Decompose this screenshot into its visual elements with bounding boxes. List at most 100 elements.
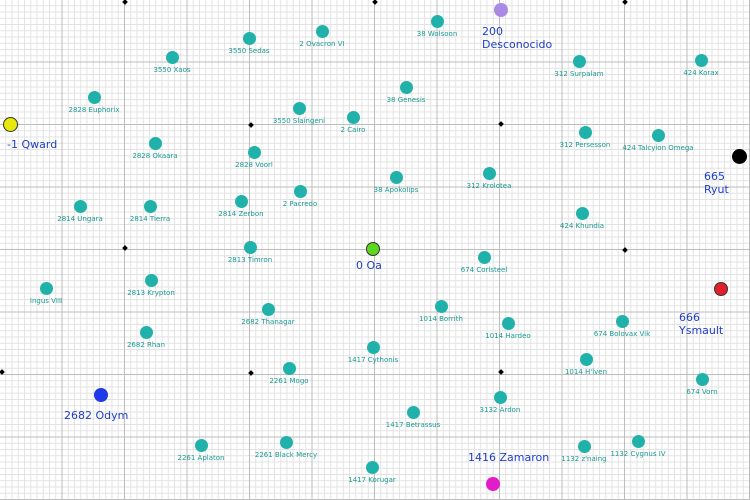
- planet-label: 2 Cairo: [340, 126, 366, 134]
- planet-marker[interactable]: [293, 184, 307, 198]
- planet-marker[interactable]: [139, 325, 153, 339]
- planet-label: 312 Persesson: [559, 141, 611, 149]
- planet-marker[interactable]: [477, 250, 491, 264]
- planet-marker[interactable]: [572, 54, 586, 68]
- planet-label: 3550 Slaingeni: [272, 117, 326, 125]
- planet-label: 1014 Borrith: [419, 315, 463, 323]
- planet-label: 2 Pacredo: [282, 200, 318, 208]
- planet-label: 424 Talcyion Omega: [622, 144, 694, 152]
- planet-label: 2261 Aplaton: [177, 454, 225, 462]
- planet-marker[interactable]: [87, 90, 101, 104]
- planet-marker[interactable]: [577, 439, 591, 453]
- planet-marker[interactable]: [144, 273, 158, 287]
- sector-marker: [248, 122, 254, 128]
- planet-marker[interactable]: [148, 136, 162, 150]
- planet-label: 1417 Cythonis: [347, 356, 399, 364]
- sector-marker: [248, 370, 254, 376]
- sector-marker: [122, 0, 128, 5]
- planet-ysmault[interactable]: [714, 282, 728, 296]
- planet-marker[interactable]: [243, 240, 257, 254]
- planet-marker[interactable]: [389, 170, 403, 184]
- planet-label: 1417 Korugar: [348, 476, 396, 484]
- sector-marker: [372, 0, 378, 5]
- planet-label: 2682 Thanagar: [241, 318, 295, 326]
- sector-marker: [498, 121, 504, 127]
- planet-label: 424 Khundia: [559, 222, 605, 230]
- planet-zamaron[interactable]: [486, 477, 500, 491]
- planet-marker[interactable]: [365, 460, 379, 474]
- planet-marker[interactable]: [261, 302, 275, 316]
- planet-marker[interactable]: [39, 281, 53, 295]
- planet-label: 674 Bolovax Vik: [593, 330, 651, 338]
- planet-label: 674 Corlsteel: [460, 266, 508, 274]
- planet-marker[interactable]: [346, 110, 360, 124]
- planet-marker[interactable]: [165, 50, 179, 64]
- sector-marker: [498, 369, 504, 375]
- star-map[interactable]: 38 Wolsoon 2 Ovacron VI 3550 Sedas 3550 Xao…: [0, 0, 750, 500]
- planet-marker[interactable]: [615, 314, 629, 328]
- planet-marker[interactable]: [279, 435, 293, 449]
- planet-label: 3132 Ardon: [479, 406, 521, 414]
- planet-label: 3550 Xaos: [153, 66, 191, 74]
- planet-label: 312 Surpalam: [554, 70, 604, 78]
- planet-marker[interactable]: [315, 24, 329, 38]
- planet-label: 2261 Black Mercy: [254, 451, 318, 459]
- planet-label: 312 Krolotea: [466, 182, 512, 190]
- planet-label: 1132 Cygnus IV: [610, 450, 666, 458]
- planet-odym[interactable]: [94, 388, 108, 402]
- planet-label: 38 Genesis: [386, 96, 426, 104]
- planet-zamaron-label: 1416 Zamaron: [468, 451, 550, 464]
- planet-label: 2828 Euphorix: [68, 106, 120, 114]
- planet-marker[interactable]: [575, 206, 589, 220]
- planet-label: 2 Ovacron VI: [299, 40, 345, 48]
- planet-marker[interactable]: [651, 128, 665, 142]
- planet-oa[interactable]: [366, 242, 380, 256]
- planet-marker[interactable]: [430, 14, 444, 28]
- planet-marker[interactable]: [631, 434, 645, 448]
- planet-marker[interactable]: [242, 31, 256, 45]
- planet-marker[interactable]: [493, 390, 507, 404]
- planet-oa-label: 0 Oa: [356, 259, 382, 272]
- planet-label: 3550 Sedas: [228, 47, 270, 55]
- planet-marker[interactable]: [143, 199, 157, 213]
- planet-odym-label: 2682 Odym: [64, 409, 129, 422]
- planet-label: 38 Wolsoon: [416, 30, 458, 38]
- planet-marker[interactable]: [694, 53, 708, 67]
- planet-marker[interactable]: [292, 101, 306, 115]
- sector-marker: [622, 247, 628, 253]
- planet-marker[interactable]: [501, 316, 515, 330]
- planet-desconocido[interactable]: [494, 3, 508, 17]
- planet-label: 2261 Mogo: [269, 377, 309, 385]
- planet-marker[interactable]: [194, 438, 208, 452]
- planet-marker[interactable]: [366, 340, 380, 354]
- planet-label: 2813 Krypton: [127, 289, 175, 297]
- planet-qward[interactable]: [2, 116, 18, 132]
- planet-marker[interactable]: [282, 361, 296, 375]
- planet-marker[interactable]: [247, 145, 261, 159]
- planet-marker[interactable]: [695, 372, 709, 386]
- planet-desconocido-label: 200 Desconocido: [482, 25, 553, 51]
- planet-marker[interactable]: [73, 199, 87, 213]
- planet-label: 2828 Okaara: [132, 152, 178, 160]
- planet-marker[interactable]: [399, 80, 413, 94]
- sector-marker: [0, 369, 5, 375]
- sector-marker: [622, 0, 628, 5]
- planet-label: 2814 Zerbon: [218, 210, 264, 218]
- planet-label: 2682 Rhan: [126, 341, 166, 349]
- planet-marker[interactable]: [434, 299, 448, 313]
- planet-label: 2814 Tierra: [129, 215, 171, 223]
- planet-ryut-label: 665 Ryut: [704, 170, 729, 196]
- planet-marker[interactable]: [579, 352, 593, 366]
- planet-marker[interactable]: [234, 194, 248, 208]
- planet-label: 674 Vorn: [686, 388, 718, 396]
- planet-marker[interactable]: [406, 405, 420, 419]
- planet-ryut[interactable]: [731, 148, 747, 164]
- planet-label: 2814 Ungara: [57, 215, 103, 223]
- planet-marker[interactable]: [578, 125, 592, 139]
- planet-marker[interactable]: [482, 166, 496, 180]
- planet-label: 1014 H'lven: [564, 368, 608, 376]
- planet-ysmault-label: 666 Ysmault: [679, 311, 724, 337]
- planet-label: 1014 Hardeo: [485, 332, 531, 340]
- planet-label: 424 Korax: [683, 69, 719, 77]
- planet-label: 1132 z'naing: [561, 455, 607, 463]
